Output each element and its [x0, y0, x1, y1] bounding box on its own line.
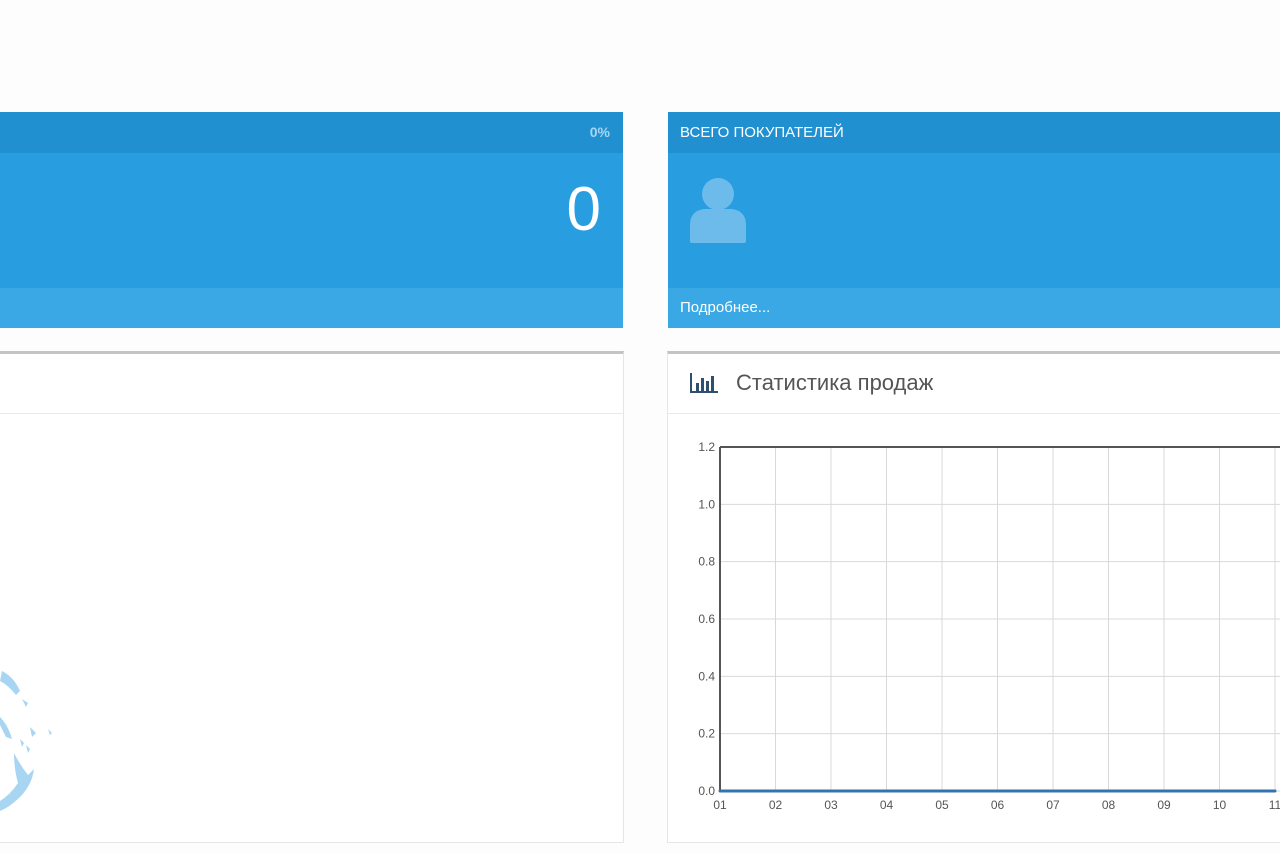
sales-stats-panel: Статистика продаж 0.0 0.2 0.4 0.6 0.8 1.0 1.2 0… — [667, 351, 1280, 843]
percent-badge: 0% — [589, 124, 610, 140]
y-tick-label: 0.8 — [698, 555, 715, 569]
series-point — [1218, 789, 1221, 793]
x-tick-label: 09 — [1157, 798, 1171, 812]
x-tick-label: 03 — [824, 798, 838, 812]
y-tick-label: 1.0 — [698, 497, 715, 511]
series-point — [718, 789, 722, 793]
y-tick-label: 0.6 — [698, 612, 715, 626]
panel-title: Статистика продаж — [736, 370, 934, 395]
stat-value: 0 — [566, 175, 601, 244]
bar-chart-icon — [690, 373, 718, 393]
series-point — [885, 789, 888, 793]
x-tick-label: 06 — [991, 798, 1005, 812]
x-tick-label: 08 — [1102, 798, 1116, 812]
map-panel — [0, 351, 624, 843]
user-icon — [690, 178, 746, 243]
series-point — [1107, 789, 1110, 793]
tile-footer: Подробнее... — [668, 288, 1280, 328]
world-map — [0, 671, 52, 811]
x-tick-label: 07 — [1046, 798, 1060, 812]
y-tick-label: 1.2 — [698, 440, 715, 454]
series-point — [1273, 789, 1277, 793]
tile-body: 0 — [0, 153, 623, 288]
panel-header: Статистика продаж — [668, 354, 1280, 414]
series-point — [1051, 789, 1055, 793]
stat-tile-left: 0% 0 — [0, 112, 623, 328]
more-link[interactable]: Подробнее... — [680, 288, 770, 328]
panel-header — [0, 354, 623, 414]
tile-title: ВСЕГО ПОКУПАТЕЛЕЙ — [680, 124, 844, 141]
y-tick-label: 0.4 — [698, 669, 715, 683]
x-tick-label: 05 — [935, 798, 949, 812]
tile-body — [668, 153, 1280, 288]
x-tick-label: 11 — [1269, 798, 1280, 812]
stat-tile-customers: ВСЕГО ПОКУПАТЕЛЕЙ Подробнее... — [668, 112, 1280, 328]
tile-header: 0% — [0, 112, 623, 153]
x-tick-label: 02 — [769, 798, 783, 812]
y-tick-label: 0.0 — [698, 784, 715, 798]
tile-header: ВСЕГО ПОКУПАТЕЛЕЙ — [668, 112, 1280, 153]
x-tick-label: 04 — [880, 798, 894, 812]
series-point — [1162, 789, 1166, 793]
series-point — [829, 789, 833, 793]
series-point — [774, 789, 777, 793]
series-point — [940, 789, 944, 793]
x-tick-label: 01 — [713, 798, 727, 812]
sales-chart: 0.0 0.2 0.4 0.6 0.8 1.0 1.2 01 02 03 04 05 06 07 08 09 1… — [698, 440, 1280, 812]
y-tick-label: 0.2 — [698, 727, 715, 741]
series-point — [996, 789, 999, 793]
tile-footer — [0, 288, 623, 328]
x-tick-label: 10 — [1213, 798, 1227, 812]
